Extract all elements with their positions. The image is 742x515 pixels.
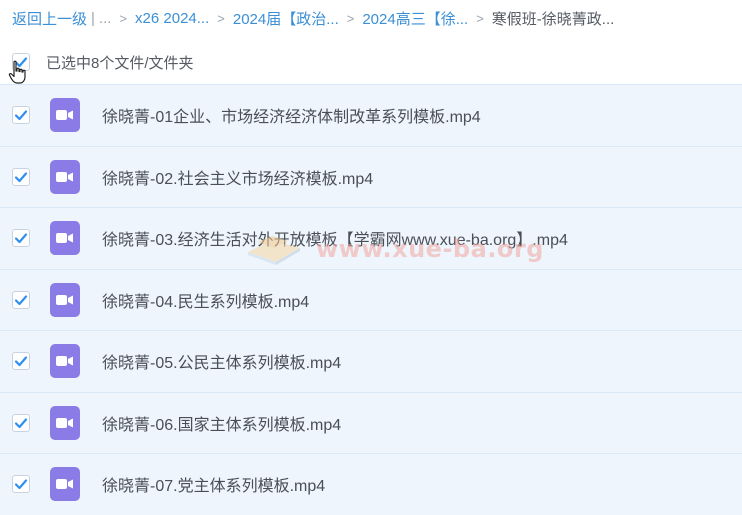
file-row[interactable]: 徐晓菁-06.国家主体系列模板.mp4 [0, 391, 742, 453]
selection-bar: 已选中8个文件/文件夹 [0, 40, 742, 84]
breadcrumb-item-1[interactable]: x26 2024... [135, 10, 209, 27]
video-file-icon [50, 282, 80, 317]
file-checkbox[interactable] [12, 167, 30, 186]
chevron-right-icon: > [119, 10, 128, 26]
breadcrumb-item-3[interactable]: 2024高三【徐... [362, 8, 468, 29]
file-name[interactable]: 徐晓菁-04.民生系列模板.mp4 [102, 288, 309, 312]
checkmark-icon [14, 233, 28, 244]
file-checkbox[interactable] [12, 413, 30, 432]
file-name[interactable]: 徐晓菁-02.社会主义市场经济模板.mp4 [102, 165, 373, 189]
file-name[interactable]: 徐晓菁-07.党主体系列模板.mp4 [102, 472, 325, 496]
video-file-icon [50, 405, 80, 440]
checkmark-icon [14, 418, 28, 428]
file-checkbox[interactable] [12, 290, 30, 309]
checkmark-icon [14, 356, 28, 367]
chevron-right-icon: > [346, 10, 355, 26]
file-checkbox[interactable] [12, 475, 30, 494]
file-list: 徐晓菁-01企业、市场经济经济体制改革系列模板.mp4 徐晓菁-02.社会主义市… [0, 84, 742, 515]
video-file-icon [50, 159, 80, 194]
chevron-right-icon: > [476, 10, 484, 26]
back-link[interactable]: 返回上一级 [12, 8, 87, 29]
video-file-icon [50, 467, 80, 502]
checkmark-icon [14, 110, 28, 121]
file-name[interactable]: 徐晓菁-03.经济生活对外开放模板【学霸网www.xue-ba.org】.mp4 [102, 226, 568, 250]
chevron-right-icon: > [217, 10, 225, 26]
hand-cursor-icon [8, 60, 26, 84]
selection-count-label: 已选中8个文件/文件夹 [46, 54, 194, 72]
breadcrumb-current: 寒假班-徐晓菁政... [491, 10, 615, 28]
video-file-icon [50, 221, 80, 256]
breadcrumb: 返回上一级 | ... > x26 2024... > 2024届【政治... … [0, 0, 742, 36]
file-checkbox[interactable] [12, 352, 30, 371]
breadcrumb-pipe: | [91, 9, 95, 27]
file-row[interactable]: 徐晓菁-04.民生系列模板.mp4 [0, 268, 742, 330]
file-name[interactable]: 徐晓菁-06.国家主体系列模板.mp4 [102, 411, 341, 435]
file-row[interactable]: 徐晓菁-02.社会主义市场经济模板.mp4 [0, 145, 742, 207]
file-row[interactable]: 徐晓菁-03.经济生活对外开放模板【学霸网www.xue-ba.org】.mp4 [0, 207, 742, 269]
checkmark-icon [14, 479, 28, 490]
checkmark-icon [14, 172, 28, 182]
checkmark-icon [14, 295, 28, 305]
file-checkbox[interactable] [12, 106, 30, 125]
breadcrumb-item-2[interactable]: 2024届【政治... [233, 8, 339, 29]
file-row[interactable]: 徐晓菁-01企业、市场经济经济体制改革系列模板.mp4 [0, 84, 742, 146]
file-checkbox[interactable] [12, 229, 30, 248]
file-name[interactable]: 徐晓菁-01企业、市场经济经济体制改革系列模板.mp4 [102, 103, 481, 127]
file-row[interactable]: 徐晓菁-07.党主体系列模板.mp4 [0, 453, 742, 515]
video-file-icon [50, 344, 80, 379]
breadcrumb-more[interactable]: ... [99, 10, 112, 27]
file-name[interactable]: 徐晓菁-05.公民主体系列模板.mp4 [102, 349, 341, 373]
video-file-icon [50, 98, 80, 133]
file-row[interactable]: 徐晓菁-05.公民主体系列模板.mp4 [0, 330, 742, 392]
